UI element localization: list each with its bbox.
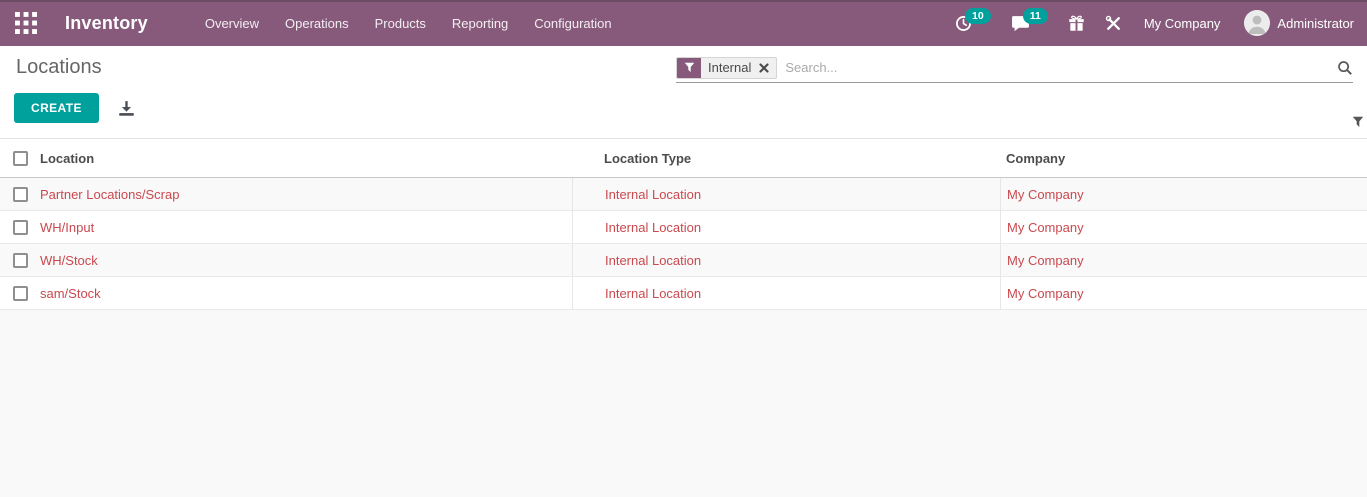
column-header-location-type[interactable]: Location Type (572, 151, 1000, 166)
facet-label: Internal (701, 58, 758, 78)
control-panel: Locations CREATE Internal (0, 46, 1367, 138)
company-cell: My Company (1000, 178, 1367, 210)
nav-item-overview[interactable]: Overview (192, 2, 272, 45)
location-cell: WH/Stock (40, 253, 572, 268)
user-name: Administrator (1277, 16, 1354, 31)
filters-button[interactable]: Filters (1352, 115, 1367, 130)
nav-menu: Overview Operations Products Reporting C… (192, 2, 625, 45)
search-icon[interactable] (1329, 60, 1353, 76)
filter-icon (1352, 116, 1364, 128)
row-checkbox[interactable] (13, 220, 28, 235)
locations-table: Location Location Type Company Partner L… (0, 138, 1367, 310)
apps-grid-icon (15, 12, 37, 34)
avatar (1244, 10, 1270, 36)
company-cell: My Company (1000, 244, 1367, 276)
messages-badge: 11 (1023, 8, 1048, 25)
company-cell: My Company (1000, 211, 1367, 243)
location-cell: WH/Input (40, 220, 572, 235)
nav-item-operations[interactable]: Operations (272, 2, 362, 45)
download-icon (118, 100, 135, 117)
nav-item-configuration[interactable]: Configuration (521, 2, 624, 45)
row-checkbox[interactable] (13, 253, 28, 268)
empty-area (0, 310, 1367, 497)
column-header-company[interactable]: Company (1000, 151, 1367, 166)
search-bar: Internal (676, 55, 1353, 83)
company-cell: My Company (1000, 277, 1367, 309)
page-title: Locations (16, 56, 102, 79)
create-button[interactable]: CREATE (14, 93, 99, 123)
user-menu[interactable]: Administrator (1232, 10, 1354, 36)
top-navbar: Inventory Overview Operations Products R… (0, 0, 1367, 46)
location-cell: Partner Locations/Scrap (40, 187, 572, 202)
company-switcher[interactable]: My Company (1132, 16, 1233, 31)
location-type-cell: Internal Location (572, 178, 1000, 210)
export-button[interactable] (118, 100, 135, 117)
activities-button[interactable]: 10 (945, 15, 1001, 32)
tools-icon (1105, 15, 1122, 32)
table-row[interactable]: WH/Stock Internal Location My Company (0, 244, 1367, 277)
gift-icon (1068, 15, 1085, 32)
nav-item-products[interactable]: Products (362, 2, 439, 45)
location-type-cell: Internal Location (572, 211, 1000, 243)
messages-button[interactable]: 11 (1001, 15, 1058, 32)
column-header-location[interactable]: Location (40, 151, 572, 166)
table-body: Partner Locations/Scrap Internal Locatio… (0, 178, 1367, 310)
facet-remove-icon[interactable] (758, 58, 776, 78)
rewards-button[interactable] (1058, 15, 1095, 32)
app-name[interactable]: Inventory (65, 13, 148, 34)
row-checkbox[interactable] (13, 286, 28, 301)
search-facet: Internal (676, 57, 777, 79)
select-all-checkbox[interactable] (13, 151, 28, 166)
systray: 10 11 My Company (945, 10, 1354, 36)
table-row[interactable]: Partner Locations/Scrap Internal Locatio… (0, 178, 1367, 211)
row-checkbox[interactable] (13, 187, 28, 202)
activities-badge: 10 (965, 8, 991, 25)
table-row[interactable]: sam/Stock Internal Location My Company (0, 277, 1367, 310)
location-cell: sam/Stock (40, 286, 572, 301)
facet-filter-icon (677, 58, 701, 78)
location-type-cell: Internal Location (572, 277, 1000, 309)
tools-button[interactable] (1095, 15, 1132, 32)
search-input[interactable] (785, 60, 1329, 75)
nav-item-reporting[interactable]: Reporting (439, 2, 521, 45)
table-row[interactable]: WH/Input Internal Location My Company (0, 211, 1367, 244)
table-header: Location Location Type Company (0, 138, 1367, 178)
location-type-cell: Internal Location (572, 244, 1000, 276)
apps-menu-button[interactable] (13, 10, 39, 36)
